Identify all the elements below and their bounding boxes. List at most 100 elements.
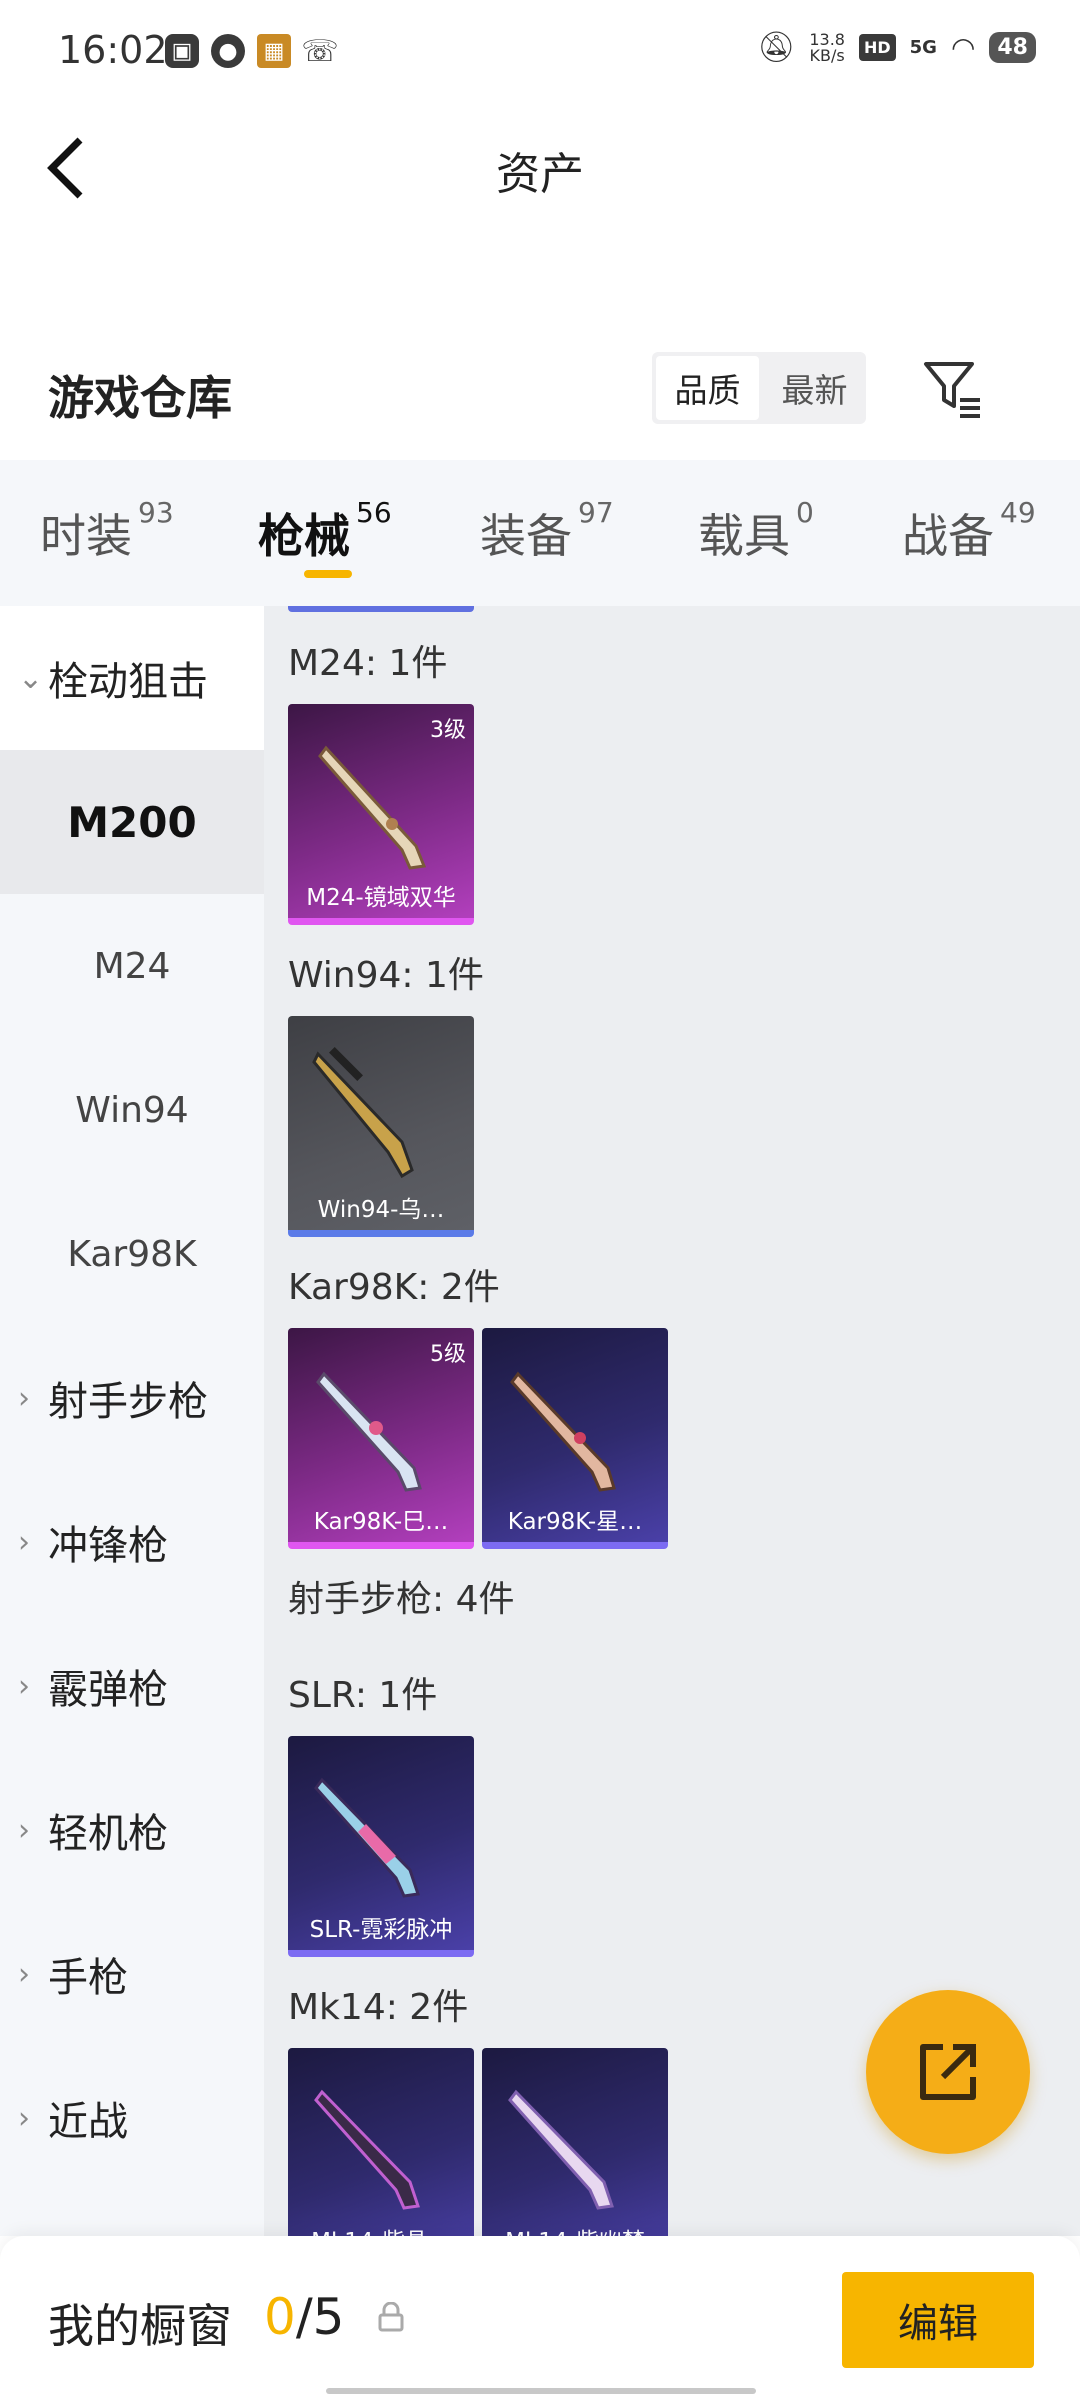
item-card[interactable]: Win94-乌… (288, 1016, 474, 1237)
tab-fashion[interactable]: 时装 93 (40, 496, 174, 566)
showcase-bar: 我的橱窗 0/5 编辑 (0, 2236, 1080, 2400)
sidebar-group-pistol[interactable]: › 手枪 (0, 1902, 264, 2046)
tab-firearms[interactable]: 枪械 56 (258, 496, 392, 566)
battery-icon: 48 (989, 32, 1036, 63)
sidebar-group-bolt-action[interactable]: ⌄ 栓动狙击 (0, 606, 264, 750)
category-tabs: 时装 93 枪械 56 装备 97 载具 0 战备 49 (0, 460, 1080, 606)
item-name: Kar98K-巳… (313, 1509, 449, 1535)
sidebar-item-label: Win94 (75, 1089, 189, 1131)
filter-button[interactable] (920, 356, 986, 422)
sidebar-group-marksman[interactable]: › 射手步枪 (0, 1326, 264, 1470)
sidebar-item-kar98k[interactable]: Kar98K (0, 1182, 264, 1326)
sidebar-item-label: 手枪 (48, 1955, 128, 2001)
previous-card-edge (288, 606, 474, 612)
showcase-count: 0/5 (264, 2288, 344, 2346)
group-label: Kar98K: 2件 (288, 1267, 500, 1308)
filter-icon (924, 362, 980, 418)
item-name: Win94-乌… (317, 1197, 445, 1223)
tab-count: 56 (356, 496, 392, 529)
tab-label: 战备 (902, 509, 994, 563)
chat-bubble-icon: ● (211, 34, 245, 68)
rifle-skin-icon (312, 1047, 414, 1179)
sidebar-group-shotgun[interactable]: › 霰弹枪 (0, 1614, 264, 1758)
edit-button[interactable]: 编辑 (842, 2272, 1034, 2368)
tab-label: 枪械 (258, 509, 350, 563)
tab-equipment[interactable]: 装备 97 (480, 496, 614, 566)
tab-label: 载具 (698, 509, 790, 563)
item-card[interactable]: Kar98K-星… (482, 1328, 668, 1549)
item-name: M24-镜域双华 (306, 885, 456, 911)
sidebar-item-label: 射手步枪 (48, 1379, 208, 1425)
sort-toggle: 品质 最新 (652, 352, 866, 424)
sidebar-item-m200[interactable]: M200 (0, 750, 264, 894)
item-card[interactable]: Mk14-紫晶… (288, 2048, 474, 2236)
showcase-label: 我的橱窗 (48, 2299, 232, 2353)
sort-quality-option[interactable]: 品质 (656, 356, 759, 420)
item-card[interactable]: 5级 Kar98K-巳… (288, 1328, 474, 1549)
item-name: Mk14-紫晶… (288, 2222, 474, 2236)
chevron-right-icon: › (18, 1668, 30, 1704)
chevron-right-icon: › (18, 1380, 30, 1416)
sidebar-item-label: M24 (93, 945, 171, 987)
sidebar-group-smg[interactable]: › 冲锋枪 (0, 1470, 264, 1614)
showcase-total: /5 (295, 2288, 345, 2346)
tab-count: 97 (578, 496, 614, 529)
sidebar-group-melee[interactable]: › 近战 (0, 2046, 264, 2190)
app-header: 资产 (0, 108, 1080, 228)
active-tab-indicator (304, 570, 352, 578)
speed-unit: KB/s (809, 45, 845, 65)
showcase-current: 0 (264, 2288, 296, 2346)
chevron-right-icon: › (18, 1524, 30, 1560)
chevron-right-icon: › (18, 1956, 30, 1992)
status-right: 🔕︎ 13.8 KB/s HD 5G ◠ 48 (757, 30, 1036, 65)
item-name: Kar98K-星… (507, 1509, 643, 1535)
sidebar-item-win94[interactable]: Win94 (0, 1038, 264, 1182)
warehouse-header: 游戏仓库 品质 最新 (0, 340, 1080, 460)
sidebar-group-lmg[interactable]: › 轻机枪 (0, 1758, 264, 1902)
tab-vehicles[interactable]: 载具 0 (698, 496, 814, 566)
item-name: SLR-霓彩脉冲 (309, 1917, 453, 1943)
lock-icon (378, 2302, 404, 2332)
rifle-skin-icon (314, 2089, 420, 2210)
tab-label: 时装 (40, 509, 132, 563)
notification-icons: ▣ ● ▦ ☏ (165, 33, 339, 69)
sidebar-item-label: 栓动狙击 (48, 659, 208, 705)
sidebar-item-m24[interactable]: M24 (0, 894, 264, 1038)
rifle-skin-icon (316, 1371, 422, 1492)
sidebar-item-label: 轻机枪 (48, 1811, 168, 1857)
share-external-icon (920, 2044, 976, 2100)
weapon-type-sidebar: ⌄ 栓动狙击 M200 M24 Win94 Kar98K › 射手步枪 › 冲锋… (0, 606, 264, 2236)
chevron-down-icon: ⌄ (18, 660, 44, 696)
rifle-skin-icon (318, 745, 427, 870)
item-card[interactable]: Mk14-紫幽梦 (482, 2048, 668, 2236)
tab-count: 49 (1000, 496, 1036, 529)
message-app-icon: ▣ (165, 34, 199, 68)
sort-latest-option[interactable]: 最新 (763, 352, 866, 424)
tab-count: 0 (796, 496, 814, 529)
group-label: M24: 1件 (288, 643, 448, 684)
hd-badge: HD (858, 34, 896, 61)
item-card[interactable]: 3级 M24-镜域双华 (288, 704, 474, 925)
network-5g-icon: 5G (909, 37, 937, 58)
tab-label: 装备 (480, 509, 572, 563)
sidebar-item-label: 近战 (48, 2099, 128, 2145)
share-button[interactable] (866, 1990, 1030, 2154)
game-app-icon: ▦ (257, 34, 291, 68)
status-bar: 16:02 ▣ ● ▦ ☏ 🔕︎ 13.8 KB/s HD 5G ◠ 48 (0, 0, 1080, 108)
item-card[interactable]: SLR-霓彩脉冲 (288, 1736, 474, 1957)
home-indicator[interactable] (326, 2388, 756, 2394)
page-title: 资产 (496, 149, 584, 200)
group-label: Mk14: 2件 (288, 1987, 469, 2028)
group-label: Win94: 1件 (288, 955, 484, 996)
rifle-skin-icon (508, 2089, 614, 2210)
chevron-right-icon: › (18, 2100, 30, 2136)
tab-supplies[interactable]: 战备 49 (902, 496, 1036, 566)
tab-count: 93 (138, 496, 174, 529)
group-label: SLR: 1件 (288, 1675, 438, 1716)
network-speed: 13.8 KB/s (809, 31, 845, 65)
sidebar-item-label: Kar98K (67, 1233, 197, 1275)
mute-bell-icon: 🔕︎ (757, 30, 796, 65)
category-label: 射手步枪: 4件 (288, 1579, 515, 1620)
rifle-skin-icon (314, 1777, 420, 1898)
missed-call-icon: ☏ (301, 33, 339, 69)
